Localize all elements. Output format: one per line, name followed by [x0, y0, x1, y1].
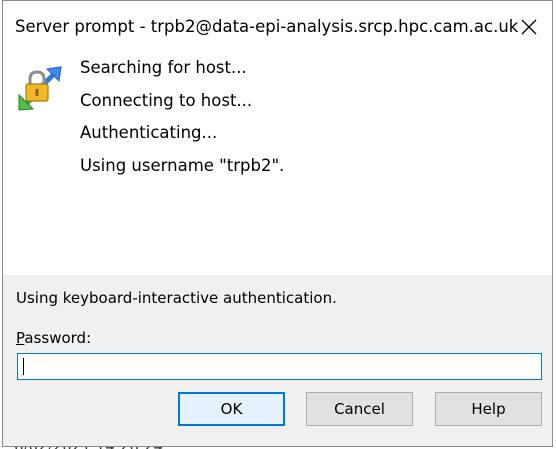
prompt-area: Using keyboard-interactive authenticatio…: [3, 275, 552, 446]
cancel-button[interactable]: Cancel: [306, 392, 413, 426]
password-input[interactable]: [17, 353, 542, 380]
text-caret: [23, 358, 24, 375]
status-area: Searching for host... Connecting to host…: [3, 53, 552, 275]
close-button[interactable]: [506, 1, 552, 53]
key-lock-icon: [18, 66, 62, 111]
close-icon: [521, 19, 537, 35]
dialog-title: Server prompt - trpb2@data-epi-analysis.…: [15, 17, 519, 36]
status-line-username: Using username "trpb2".: [80, 156, 285, 175]
server-prompt-dialog: Server prompt - trpb2@data-epi-analysis.…: [2, 0, 553, 447]
password-label-text: assword:: [24, 329, 92, 347]
status-line-connecting: Connecting to host...: [80, 91, 253, 110]
password-label: Password:: [16, 329, 91, 347]
status-line-authenticating: Authenticating...: [80, 123, 218, 142]
auth-method-message: Using keyboard-interactive authenticatio…: [16, 289, 337, 307]
help-button[interactable]: Help: [435, 392, 542, 426]
title-bar[interactable]: Server prompt - trpb2@data-epi-analysis.…: [3, 1, 552, 53]
ok-button[interactable]: OK: [178, 392, 285, 426]
status-line-searching: Searching for host...: [80, 58, 247, 77]
